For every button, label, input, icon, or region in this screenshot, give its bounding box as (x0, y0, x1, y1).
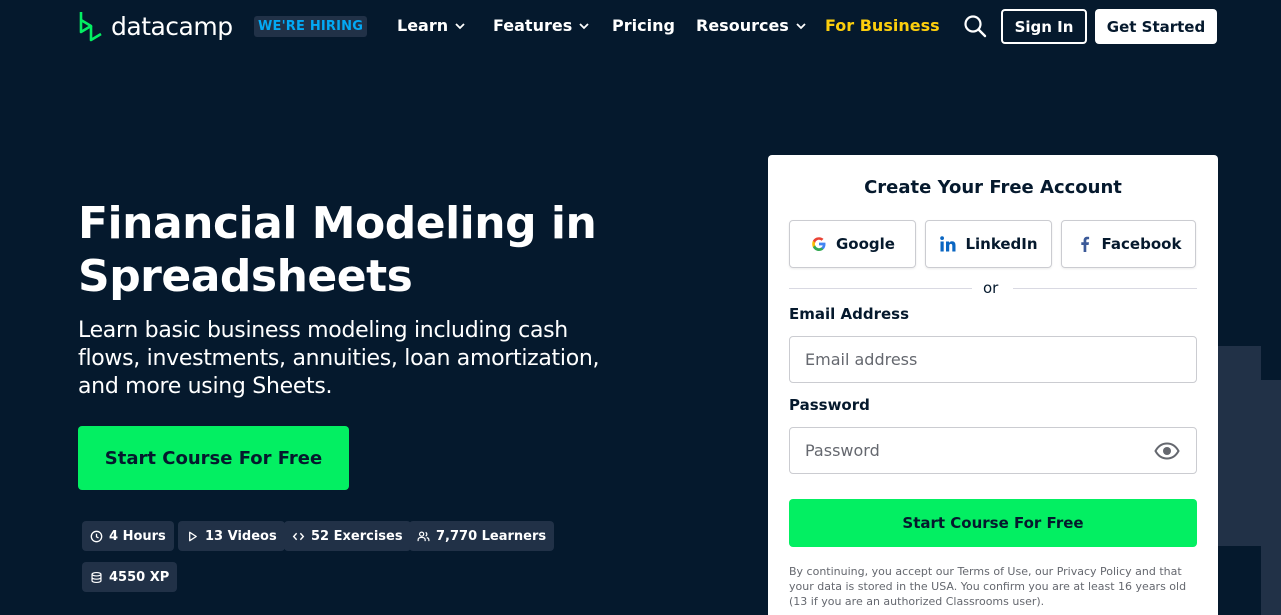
password-label: Password (789, 396, 870, 414)
course-title-line1: Financial Modeling in (78, 198, 597, 249)
code-icon (292, 532, 305, 540)
sign-in-button[interactable]: Sign In (1001, 9, 1087, 44)
stat-learners-label: 7,770 Learners (436, 528, 547, 544)
nav-pricing-label: Pricing (612, 16, 675, 35)
stat-exercises: 52 Exercises (284, 521, 411, 551)
course-description-line3: and more using Sheets. (78, 374, 333, 399)
datacamp-logo[interactable]: datacamp (78, 10, 233, 42)
stat-hours-label: 4 Hours (109, 528, 166, 544)
email-placeholder: Email address (805, 350, 918, 369)
legal-line2: your data is stored in the USA. You conf… (789, 580, 1187, 593)
datacamp-logo-icon (79, 12, 102, 42)
facebook-icon (1080, 236, 1089, 252)
nav-learn[interactable]: Learn (397, 16, 465, 35)
nav-pricing[interactable]: Pricing (612, 16, 675, 35)
legal-line1: By continuing, you accept our Terms of U… (789, 565, 1182, 578)
course-title-line2: Spreadsheets (78, 251, 413, 302)
nav-learn-label: Learn (397, 16, 449, 35)
nav-resources[interactable]: Resources (696, 16, 806, 35)
users-icon (417, 531, 430, 541)
email-label: Email Address (789, 305, 910, 323)
nav-resources-label: Resources (696, 16, 789, 35)
linkedin-signin-button[interactable]: LinkedIn (925, 220, 1052, 268)
nav-features[interactable]: Features (493, 16, 589, 35)
password-placeholder: Password (805, 441, 880, 460)
stat-videos: 13 Videos (178, 521, 285, 551)
chevron-down-icon (455, 22, 465, 29)
nav-for-business[interactable]: For Business (825, 16, 940, 35)
nav-features-label: Features (493, 16, 573, 35)
signup-title: Create Your Free Account (864, 177, 1122, 198)
linkedin-icon (940, 236, 956, 252)
course-description: Learn basic business modeling including … (78, 317, 608, 401)
legal-disclaimer: By continuing, you accept our Terms of U… (789, 564, 1197, 609)
chevron-down-icon (579, 22, 589, 29)
email-field[interactable]: Email address (789, 336, 1197, 383)
stat-videos-label: 13 Videos (205, 528, 277, 544)
play-icon (189, 531, 197, 541)
chevron-down-icon (796, 22, 806, 29)
legal-line3: (13 if you are an authorized Classrooms … (789, 595, 1045, 608)
google-label: Google (836, 235, 895, 253)
stat-xp-label: 4550 XP (109, 569, 170, 585)
search-icon[interactable] (963, 14, 987, 38)
linkedin-label: LinkedIn (965, 235, 1038, 253)
facebook-signin-button[interactable]: Facebook (1061, 220, 1196, 268)
logo-text: datacamp (111, 11, 233, 41)
database-icon (91, 571, 102, 583)
get-started-button[interactable]: Get Started (1095, 9, 1217, 44)
or-divider-text: or (983, 279, 999, 297)
top-nav: datacamp WE'RE HIRING Learn Features Pri… (0, 0, 1281, 54)
hiring-badge[interactable]: WE'RE HIRING (254, 16, 368, 37)
show-password-eye-icon[interactable] (1154, 441, 1180, 461)
clock-icon (90, 530, 103, 542)
nav-for-business-label: For Business (825, 16, 940, 35)
signup-card: Create Your Free Account Google LinkedIn… (768, 155, 1218, 615)
course-description-line1: Learn basic business modeling including … (78, 318, 568, 343)
stat-learners: 7,770 Learners (409, 521, 555, 551)
decorative-block (1217, 346, 1261, 546)
password-field[interactable]: Password (789, 427, 1197, 474)
course-description-line2: flows, investments, annuities, loan amor… (78, 346, 600, 371)
signup-start-course-button[interactable]: Start Course For Free (789, 499, 1197, 547)
stat-hours: 4 Hours (82, 521, 174, 551)
start-course-button[interactable]: Start Course For Free (78, 426, 349, 490)
google-icon (812, 237, 826, 251)
stat-xp: 4550 XP (82, 562, 178, 592)
divider-line (1013, 288, 1197, 289)
facebook-label: Facebook (1101, 235, 1182, 253)
divider-line (789, 288, 972, 289)
google-signin-button[interactable]: Google (789, 220, 916, 268)
decorative-block (1261, 380, 1281, 615)
course-title: Financial Modeling in Spreadsheets (78, 197, 638, 303)
stat-exercises-label: 52 Exercises (311, 528, 403, 544)
